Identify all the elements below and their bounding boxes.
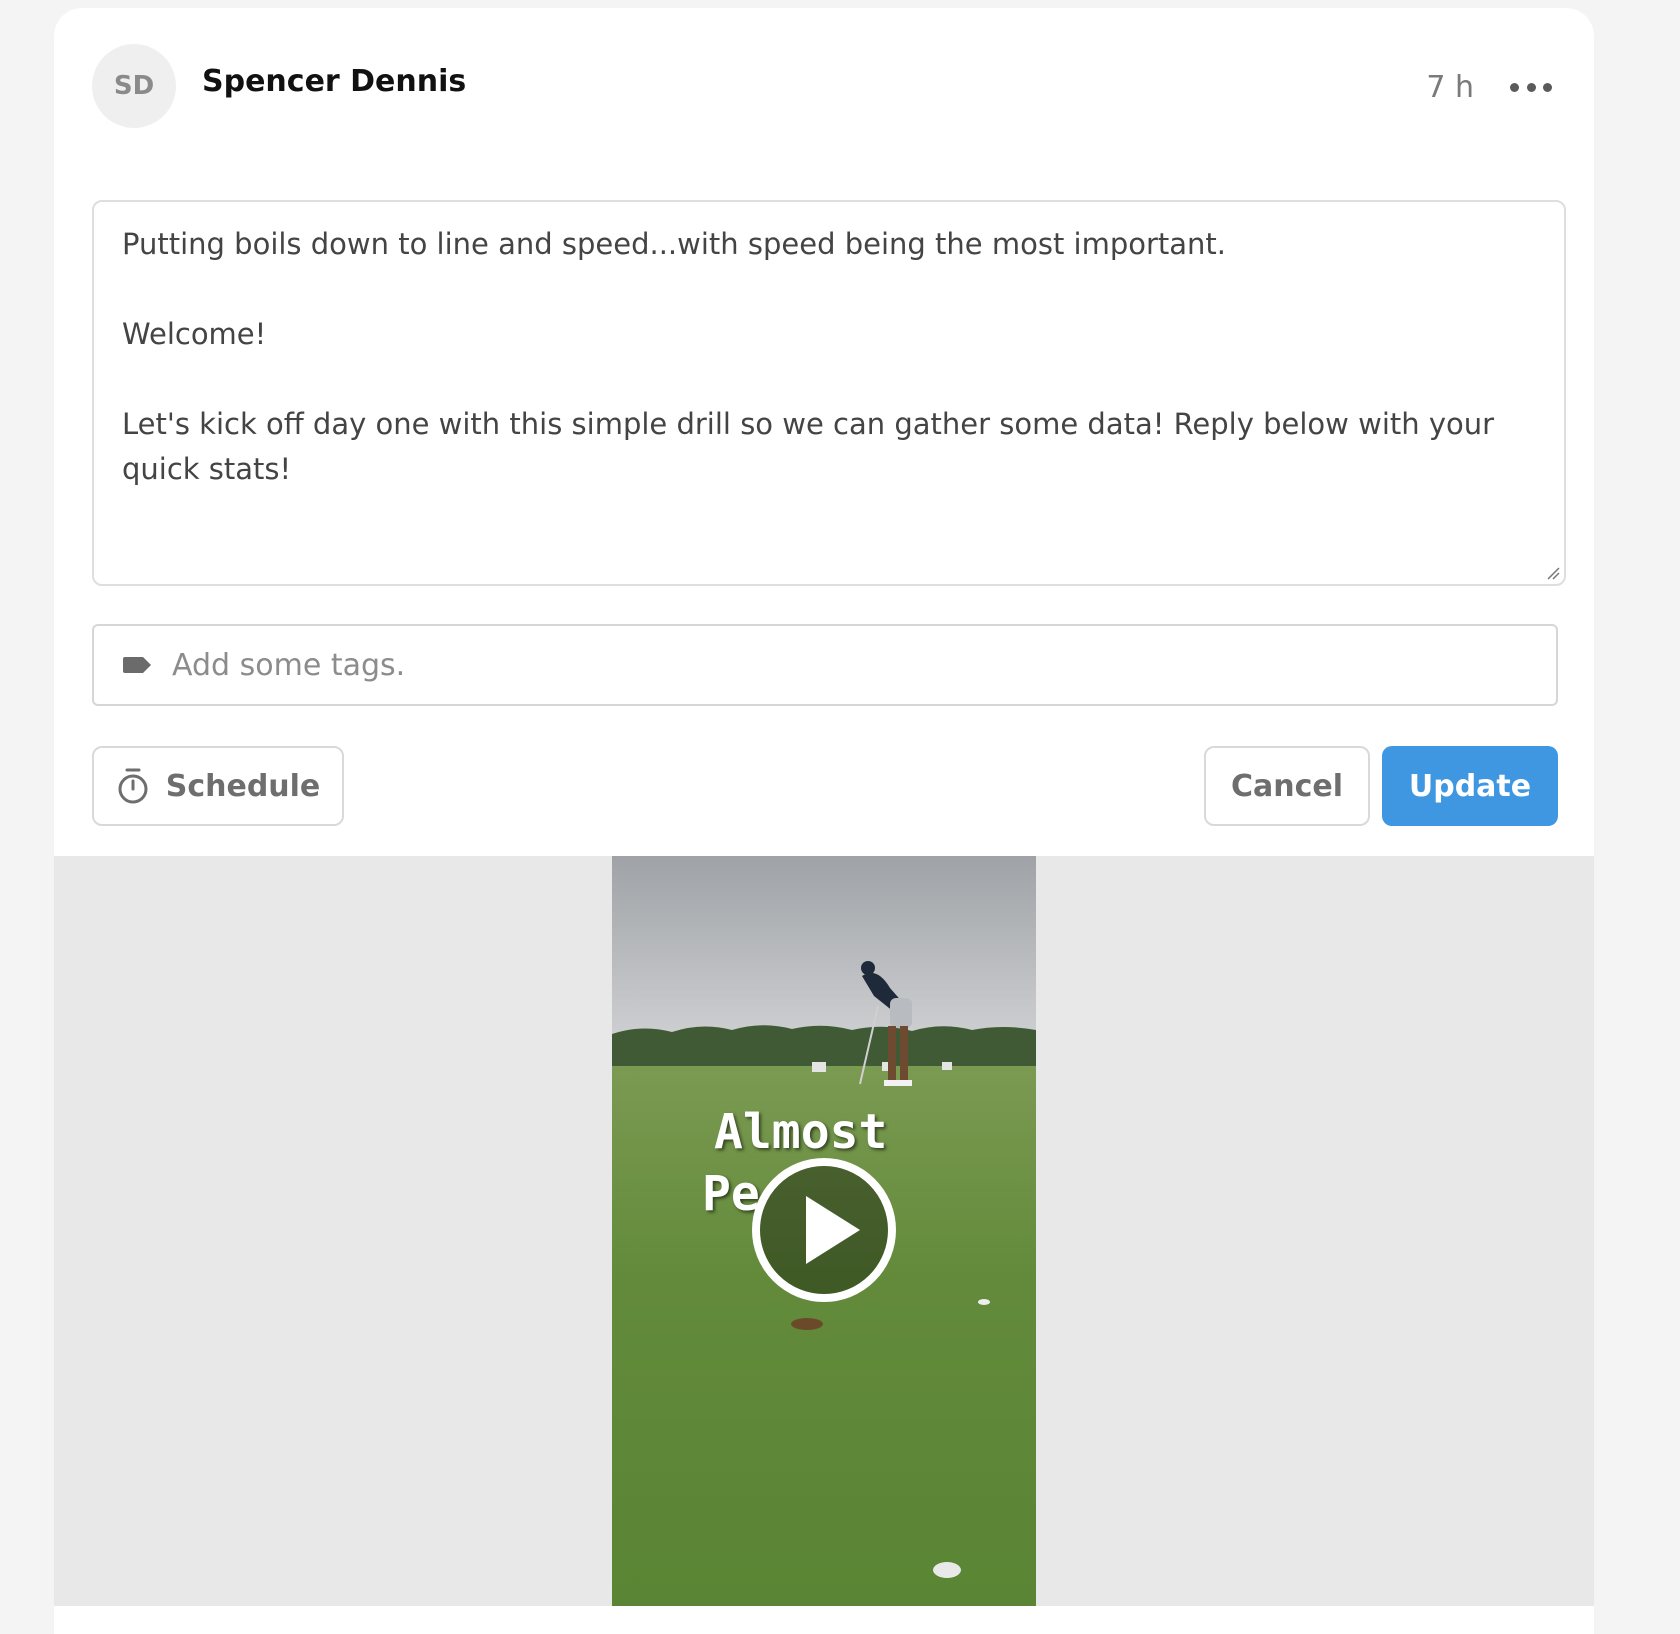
cancel-label: Cancel [1230, 768, 1344, 804]
update-button[interactable]: Update [1382, 746, 1558, 826]
schedule-label: Schedule [165, 768, 321, 804]
tag-icon [123, 657, 151, 673]
media-container: Almost Pe [54, 856, 1594, 1606]
more-options-icon[interactable] [1506, 72, 1556, 102]
dot [1510, 82, 1519, 92]
post-card: SD Spencer Dennis 7 h Putting boils down… [54, 8, 1594, 1634]
body-paragraph: Welcome! [122, 317, 267, 351]
resize-handle-icon[interactable] [1546, 566, 1560, 580]
avatar[interactable]: SD [92, 44, 176, 128]
post-body-textarea[interactable]: Putting boils down to line and speed...w… [92, 200, 1566, 586]
tags-input[interactable] [172, 647, 1556, 683]
dot [1543, 82, 1552, 92]
stopwatch-icon [118, 768, 148, 804]
dot [1526, 82, 1536, 92]
body-paragraph: Let's kick off day one with this simple … [122, 407, 1495, 486]
post-timestamp: 7 h [1426, 70, 1474, 105]
cancel-button[interactable]: Cancel [1204, 746, 1370, 826]
post-header: SD Spencer Dennis 7 h [92, 44, 1556, 128]
schedule-button[interactable]: Schedule [92, 746, 344, 826]
tags-field[interactable] [92, 624, 1558, 706]
video-player[interactable]: Almost Pe [612, 856, 1036, 1606]
body-paragraph: Putting boils down to line and speed...w… [122, 227, 1227, 261]
update-label: Update [1408, 768, 1532, 804]
video-caption-line: Almost [714, 1104, 888, 1160]
play-icon[interactable] [750, 1156, 898, 1304]
author-name[interactable]: Spencer Dennis [202, 64, 466, 99]
